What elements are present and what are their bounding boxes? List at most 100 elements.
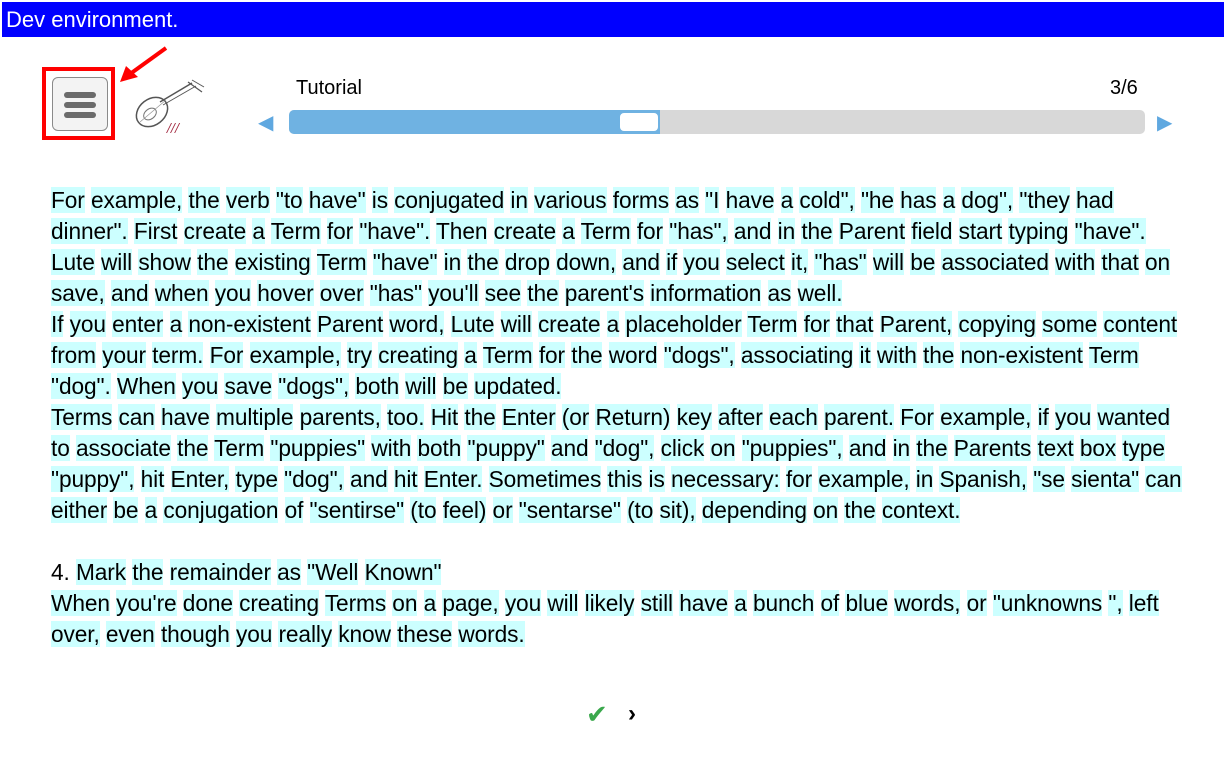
reading-word[interactable]: hover: [257, 280, 314, 306]
reading-word[interactable]: parents,: [299, 404, 381, 430]
reading-word[interactable]: hit: [140, 466, 164, 492]
reading-word[interactable]: done: [182, 590, 233, 616]
reading-word[interactable]: when: [154, 280, 209, 306]
reading-word[interactable]: "dogs",: [663, 342, 735, 368]
reading-word[interactable]: Terms: [51, 404, 112, 430]
reading-word[interactable]: well.: [797, 280, 843, 306]
reading-word[interactable]: depending: [701, 497, 807, 523]
reading-word[interactable]: forms: [612, 187, 669, 213]
reading-word[interactable]: necessary:: [670, 466, 780, 492]
reading-word[interactable]: from: [51, 342, 96, 368]
reading-word[interactable]: verb: [225, 187, 270, 213]
reading-word[interactable]: as: [675, 187, 699, 213]
reading-word[interactable]: dinner".: [51, 218, 128, 244]
reading-word[interactable]: has: [900, 187, 937, 213]
reading-word[interactable]: Enter,: [170, 466, 229, 492]
reading-word[interactable]: "has": [369, 280, 422, 306]
reading-word[interactable]: with: [1055, 249, 1095, 275]
reading-word[interactable]: as: [277, 559, 301, 585]
reading-word[interactable]: in: [892, 435, 910, 461]
reading-word[interactable]: to: [51, 435, 70, 461]
reading-word[interactable]: sienta": [1071, 466, 1139, 492]
reading-word[interactable]: have: [160, 404, 210, 430]
reading-word[interactable]: though: [160, 621, 230, 647]
reading-word[interactable]: you'll: [428, 280, 479, 306]
reading-word[interactable]: Known": [364, 559, 442, 585]
reading-word[interactable]: you: [235, 621, 272, 647]
reading-word[interactable]: have: [725, 187, 774, 213]
reading-word[interactable]: "he: [860, 187, 894, 213]
reading-word[interactable]: "has": [814, 249, 867, 275]
reading-word[interactable]: Term: [747, 311, 798, 337]
reading-word[interactable]: key: [676, 404, 712, 430]
reading-word[interactable]: left: [1128, 590, 1159, 616]
reading-word[interactable]: cold",: [799, 187, 855, 213]
reading-word[interactable]: both: [355, 373, 399, 399]
reading-word[interactable]: and: [848, 435, 886, 461]
reading-word[interactable]: with: [371, 435, 411, 461]
reading-word[interactable]: conjugated: [394, 187, 504, 213]
reading-word[interactable]: (to: [627, 497, 653, 523]
reading-word[interactable]: "to: [275, 187, 303, 213]
reading-word[interactable]: a: [169, 311, 182, 337]
reading-word[interactable]: words.: [458, 621, 525, 647]
reading-word[interactable]: select: [725, 249, 785, 275]
reading-word[interactable]: a: [252, 218, 265, 244]
reading-word[interactable]: for: [326, 218, 353, 244]
reading-word[interactable]: type: [1122, 435, 1165, 461]
page-slider[interactable]: [289, 110, 1145, 134]
reading-word[interactable]: type: [235, 466, 278, 492]
reading-word[interactable]: non-existent: [960, 342, 1083, 368]
reading-word[interactable]: in: [915, 466, 933, 492]
reading-word[interactable]: your: [102, 342, 146, 368]
reading-word[interactable]: be: [113, 497, 139, 523]
reading-word[interactable]: know: [338, 621, 391, 647]
reading-word[interactable]: enter: [112, 311, 163, 337]
reading-word[interactable]: the: [197, 249, 228, 275]
reading-word[interactable]: "puppy",: [51, 466, 135, 492]
reading-word[interactable]: still: [640, 590, 673, 616]
reading-word[interactable]: context.: [881, 497, 961, 523]
reading-word[interactable]: this: [607, 466, 642, 492]
reading-word[interactable]: conjugation: [163, 497, 278, 523]
reading-word[interactable]: "dog".: [51, 373, 111, 399]
reading-word[interactable]: text: [1037, 435, 1074, 461]
reading-word[interactable]: start: [958, 218, 1002, 244]
reading-word[interactable]: will: [100, 249, 132, 275]
reading-word[interactable]: creating: [378, 342, 458, 368]
reading-word[interactable]: the: [467, 249, 499, 275]
reading-word[interactable]: be: [442, 373, 468, 399]
reading-word[interactable]: Terms: [324, 590, 386, 616]
reading-word[interactable]: or: [492, 497, 513, 523]
reading-word[interactable]: "puppies",: [741, 435, 843, 461]
reading-word[interactable]: "dog",: [284, 466, 344, 492]
reading-word[interactable]: sit),: [659, 497, 696, 523]
reading-word[interactable]: a: [464, 342, 477, 368]
reading-word[interactable]: "have": [372, 249, 438, 275]
reading-word[interactable]: "se: [1033, 466, 1065, 492]
reading-word[interactable]: likely: [584, 590, 635, 616]
reading-word[interactable]: hit: [393, 466, 418, 492]
reading-word[interactable]: in: [443, 249, 461, 275]
reading-word[interactable]: Spanish,: [939, 466, 1027, 492]
reading-word[interactable]: click: [660, 435, 704, 461]
reading-word[interactable]: Hit: [430, 404, 458, 430]
reading-word[interactable]: either: [51, 497, 107, 523]
reading-word[interactable]: When: [116, 373, 176, 399]
reading-word[interactable]: will: [405, 373, 437, 399]
reading-word[interactable]: If: [51, 311, 64, 337]
reading-word[interactable]: the: [801, 218, 833, 244]
reading-word[interactable]: box: [1079, 435, 1116, 461]
reading-word[interactable]: will: [500, 311, 532, 337]
reading-word[interactable]: "Well: [307, 559, 358, 585]
reading-word[interactable]: both: [417, 435, 461, 461]
reading-word[interactable]: For: [900, 404, 934, 430]
reading-word[interactable]: "sentarse": [518, 497, 621, 523]
reading-word[interactable]: Lute: [450, 311, 494, 337]
reading-word[interactable]: in: [510, 187, 528, 213]
reading-word[interactable]: example,: [249, 342, 341, 368]
reading-word[interactable]: Enter.: [423, 466, 483, 492]
reading-word[interactable]: each: [768, 404, 818, 430]
reading-word[interactable]: and: [622, 249, 660, 275]
menu-button[interactable]: [52, 77, 108, 131]
